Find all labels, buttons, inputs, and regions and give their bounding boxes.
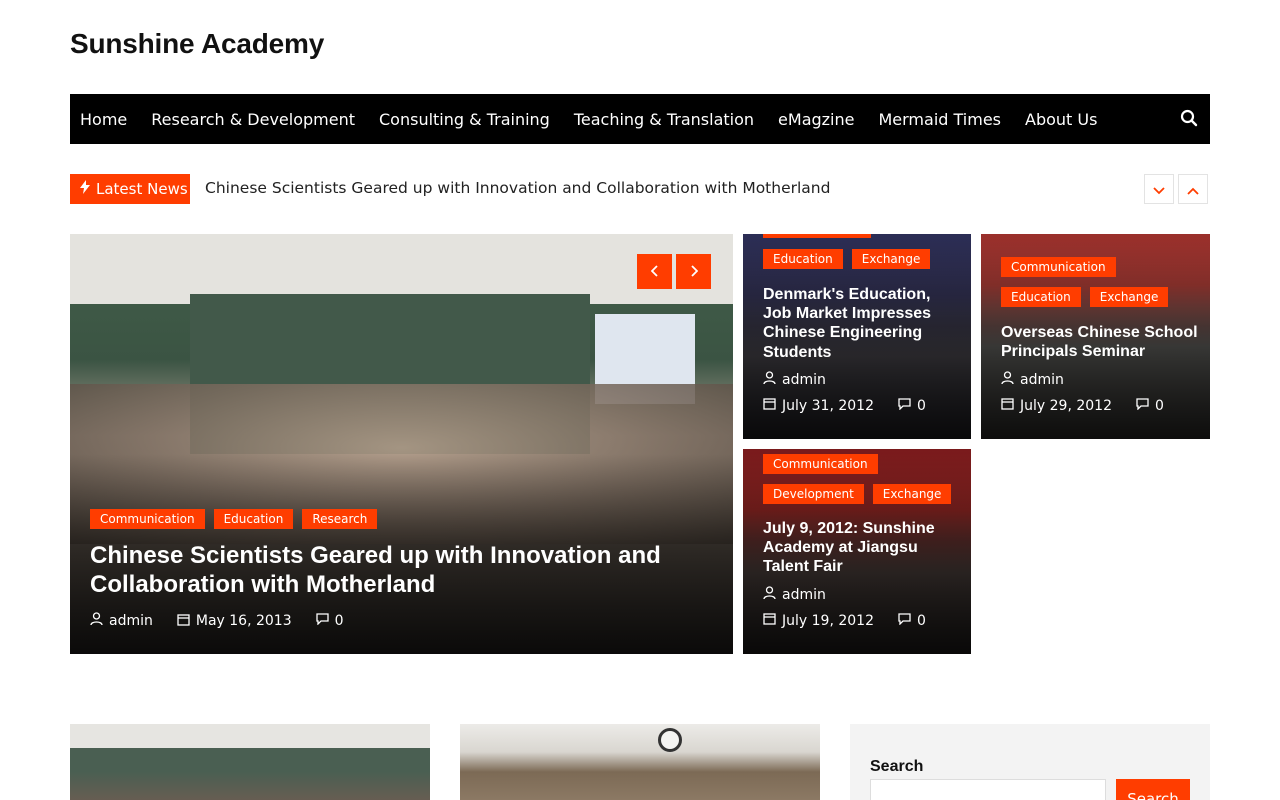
bolt-icon <box>80 180 90 198</box>
latest-news-label-text: Latest News <box>96 180 188 198</box>
site-title[interactable]: Sunshine Academy <box>70 28 324 60</box>
post-author[interactable]: admin <box>782 587 826 603</box>
post-date[interactable]: May 16, 2013 <box>196 613 292 629</box>
latest-news-label: Latest News <box>70 174 190 204</box>
post-categories: Education Exchange <box>763 249 931 269</box>
post-categories-row2: Education Exchange <box>1001 287 1169 307</box>
category-tag[interactable]: Communication <box>1001 257 1116 277</box>
post-date-meta: July 31, 2012 0 <box>763 397 926 414</box>
main-post-categories: Communication Education Research <box>90 509 378 529</box>
post-author[interactable]: admin <box>109 613 153 629</box>
category-tag[interactable]: Communication <box>763 454 878 474</box>
ticker-prev-button[interactable] <box>1178 174 1208 204</box>
post-title[interactable]: Overseas Chinese School Principals Semin… <box>1001 323 1201 361</box>
category-tag[interactable]: Exchange <box>1089 287 1169 307</box>
latest-news-ticker: Latest News Chinese Scientists Geared up… <box>70 174 1210 204</box>
post-author[interactable]: admin <box>1020 372 1064 388</box>
search-input[interactable] <box>870 779 1106 800</box>
post-title[interactable]: July 9, 2012: Sunshine Academy at Jiangs… <box>763 519 958 577</box>
search-icon[interactable] <box>1180 109 1200 129</box>
category-tag[interactable]: Research <box>302 509 378 529</box>
sidebar-search-widget: Search Search <box>850 724 1210 800</box>
post-author-meta: admin <box>763 371 826 389</box>
featured-post-card[interactable]: Education Exchange Denmark's Education, … <box>743 234 971 439</box>
post-date[interactable]: July 19, 2012 <box>782 613 874 629</box>
category-tag[interactable]: Exchange <box>872 484 952 504</box>
post-thumbnail-image[interactable] <box>460 724 820 800</box>
post-date-meta: July 19, 2012 0 <box>763 612 926 629</box>
comment-icon <box>898 397 911 414</box>
user-icon <box>1001 371 1014 389</box>
user-icon <box>763 586 776 604</box>
chevron-up-icon <box>1187 180 1199 199</box>
chevron-left-icon <box>650 262 659 281</box>
post-categories: Communication <box>1001 257 1116 277</box>
post-categories-row2: Development Exchange <box>763 484 952 504</box>
main-navigation: Home Research & Development Consulting &… <box>70 94 1210 144</box>
nav-home[interactable]: Home <box>70 110 137 129</box>
nav-consulting-training[interactable]: Consulting & Training <box>369 110 560 129</box>
nav-teaching-translation[interactable]: Teaching & Translation <box>564 110 764 129</box>
nav-research-development[interactable]: Research & Development <box>141 110 365 129</box>
search-widget-label: Search <box>870 758 924 775</box>
slider-prev-button[interactable] <box>637 254 672 289</box>
featured-post-card[interactable]: Communication Development Exchange July … <box>743 449 971 654</box>
category-tag[interactable]: Education <box>763 249 843 269</box>
post-author[interactable]: admin <box>782 372 826 388</box>
post-comments[interactable]: 0 <box>335 613 344 629</box>
post-author-meta: admin <box>1001 371 1064 389</box>
main-post-meta: admin May 16, 2013 0 <box>90 612 344 630</box>
comment-icon <box>315 613 329 629</box>
category-tag[interactable]: Education <box>1001 287 1081 307</box>
post-comments[interactable]: 0 <box>917 613 926 629</box>
category-tag[interactable]: Communication <box>90 509 205 529</box>
ticker-headline[interactable]: Chinese Scientists Geared up with Innova… <box>205 179 830 197</box>
post-author-meta: admin <box>763 586 826 604</box>
chevron-right-icon <box>690 262 698 281</box>
search-submit-button[interactable]: Search <box>1116 779 1190 800</box>
calendar-icon <box>763 612 776 629</box>
nav-mermaid-times[interactable]: Mermaid Times <box>868 110 1011 129</box>
user-icon <box>763 371 776 389</box>
calendar-icon <box>177 613 190 630</box>
ticker-next-button[interactable] <box>1144 174 1174 204</box>
post-comments[interactable]: 0 <box>1155 398 1164 414</box>
calendar-icon <box>763 397 776 414</box>
nav-emagazine[interactable]: eMagzine <box>768 110 864 129</box>
category-tag[interactable]: Development <box>763 484 864 504</box>
post-comments[interactable]: 0 <box>917 398 926 414</box>
comment-icon <box>1136 397 1149 414</box>
post-date-meta: July 29, 2012 0 <box>1001 397 1164 414</box>
chevron-down-icon <box>1153 180 1165 199</box>
slider-next-button[interactable] <box>676 254 711 289</box>
main-post-card[interactable]: Communication Education Research Chinese… <box>70 234 733 654</box>
nav-about-us[interactable]: About Us <box>1015 110 1107 129</box>
post-date[interactable]: July 29, 2012 <box>1020 398 1112 414</box>
post-date[interactable]: July 31, 2012 <box>782 398 874 414</box>
user-icon <box>90 612 103 630</box>
featured-post-card[interactable]: Communication Education Exchange Oversea… <box>981 234 1210 439</box>
main-post-title[interactable]: Chinese Scientists Geared up with Innova… <box>90 542 690 600</box>
category-tag[interactable]: Exchange <box>851 249 931 269</box>
post-thumbnail-image[interactable] <box>70 724 430 800</box>
clock-icon <box>658 728 682 752</box>
category-tag[interactable]: Education <box>213 509 294 529</box>
comment-icon <box>898 612 911 629</box>
calendar-icon <box>1001 397 1014 414</box>
post-title[interactable]: Denmark's Education, Job Market Impresse… <box>763 285 958 362</box>
post-categories: Communication <box>763 454 878 474</box>
